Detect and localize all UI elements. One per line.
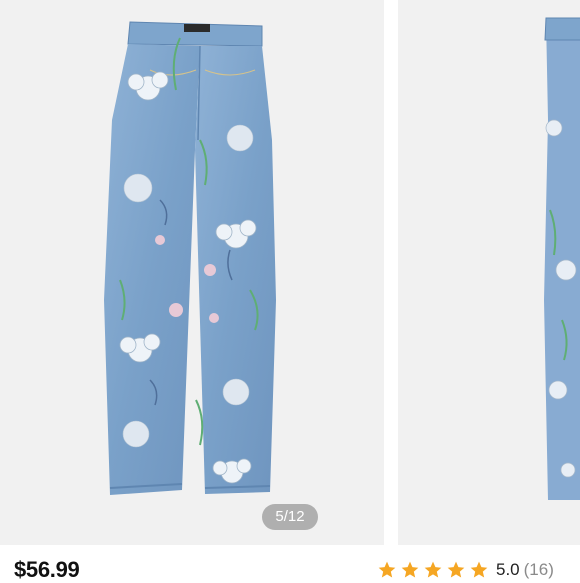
image-counter: 5/12: [262, 504, 318, 530]
star-icon: [378, 561, 396, 578]
image-gallery[interactable]: 5/12: [0, 0, 580, 545]
star-icon: [447, 561, 465, 578]
product-info-row: $56.99 5.0 (16): [0, 545, 580, 582]
star-icon: [470, 561, 488, 578]
rating-count[interactable]: (16): [524, 560, 554, 580]
product-image-next[interactable]: [398, 0, 580, 545]
product-price: $56.99: [14, 557, 80, 582]
jeans-side-illustration: [544, 17, 580, 500]
product-image-main[interactable]: 5/12: [0, 0, 384, 545]
jeans-illustration: [104, 21, 276, 495]
rating-value: 5.0: [496, 560, 520, 579]
star-icon: [401, 561, 419, 578]
star-icon: [424, 561, 442, 578]
product-rating[interactable]: 5.0 (16): [377, 559, 554, 581]
